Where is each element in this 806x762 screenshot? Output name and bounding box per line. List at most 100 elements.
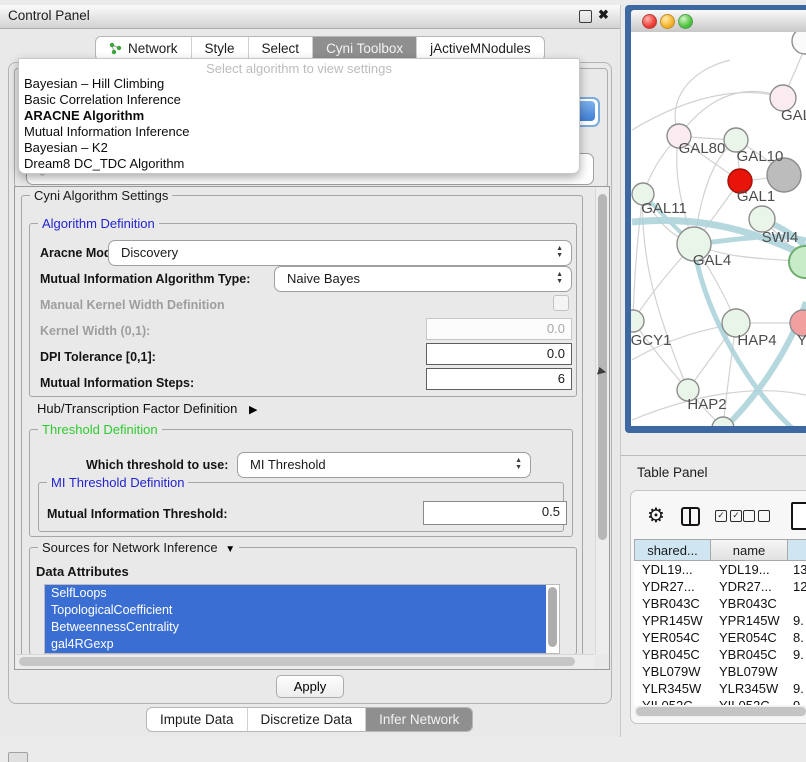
traffic-light-minimize-icon[interactable]: [660, 14, 675, 29]
table-scrollbar-thumb[interactable]: [636, 707, 806, 716]
horizontal-scrollbar-thumb[interactable]: [19, 657, 575, 666]
table-horizontal-scrollbar: [634, 706, 806, 717]
apply-button[interactable]: Apply: [276, 675, 344, 698]
control-panel-titlebar: Control Panel ✖: [0, 5, 620, 29]
table-cell: YIL052C: [634, 697, 711, 705]
table-panel: ⚙ ✓ ✓ shared... name A YDL19... YDL19...…: [630, 490, 806, 724]
table-cell: YDL19...: [634, 561, 711, 578]
table-row[interactable]: YPR145W YPR145W 9.: [634, 612, 806, 629]
tab-select[interactable]: Select: [248, 37, 313, 60]
table-row[interactable]: YBR043C YBR043C: [634, 595, 806, 612]
network-canvas[interactable]: GAL GAL80 GAL10 GAL1 GAL11 SWI4 GAL4 GCY…: [631, 32, 806, 426]
network-node[interactable]: [631, 310, 644, 332]
table-row[interactable]: YIL052C YIL052C 9.: [634, 697, 806, 705]
mi-threshold-label: Mutual Information Threshold:: [47, 507, 228, 521]
algorithm-definition-group: Algorithm Definition Aracne Mode: Discov…: [29, 223, 577, 397]
node-label: GAL10: [737, 148, 784, 165]
dock-panel-button[interactable]: [8, 752, 28, 762]
tab-label: Infer Network: [379, 712, 459, 727]
network-window-titlebar[interactable]: [631, 10, 806, 33]
table-cell: YBR045C: [634, 646, 711, 663]
unchecked-box-icon: [743, 510, 755, 522]
dropdown-item[interactable]: Bayesian – K2: [19, 140, 579, 156]
hub-definition-toggle[interactable]: Hub/Transcription Factor Definition ▶: [37, 401, 257, 416]
data-attributes-label: Data Attributes: [36, 564, 129, 579]
table-cell: 8.: [788, 629, 806, 646]
dropdown-item[interactable]: Mutual Information Inference: [19, 124, 579, 140]
node-label: GAL4: [693, 252, 731, 269]
file-icon[interactable]: [791, 502, 806, 530]
settings-horizontal-scrollbar: [16, 654, 594, 669]
threshold-definition-group: Threshold Definition Which threshold to …: [29, 429, 573, 537]
tab-network[interactable]: Network: [96, 37, 191, 60]
tab-style[interactable]: Style: [191, 37, 248, 60]
which-threshold-value: MI Threshold: [250, 453, 326, 477]
deselect-all-columns-icon[interactable]: [743, 510, 770, 522]
settings-scrollpane: Cyni Algorithm Settings Algorithm Defini…: [14, 186, 610, 670]
tab-infer-network[interactable]: Infer Network: [365, 708, 472, 731]
table-cell: YBR043C: [634, 595, 711, 612]
table-row[interactable]: YER054C YER054C 8.: [634, 629, 806, 646]
table-body: YDL19... YDL19... 13 YDR27... YDR27... 1…: [634, 561, 806, 705]
aracne-mode-combobox[interactable]: Discovery ▲▼: [108, 240, 572, 266]
spinner-icon: ▲▼: [515, 457, 522, 471]
settings-vertical-scrollbar: [595, 188, 609, 654]
list-item[interactable]: SelfLoops: [45, 585, 546, 602]
sources-toggle[interactable]: Sources for Network Inference ▼: [38, 540, 239, 555]
table-cell: 9.: [788, 646, 806, 663]
float-icon[interactable]: [579, 10, 592, 23]
table-cell: YBL079W: [711, 663, 788, 680]
manual-kernel-checkbox: [553, 295, 569, 311]
close-icon[interactable]: ✖: [598, 7, 609, 23]
which-threshold-combobox[interactable]: MI Threshold ▲▼: [237, 452, 531, 478]
table-row[interactable]: YBL079W YBL079W: [634, 663, 806, 680]
column-header-name[interactable]: name: [711, 539, 788, 561]
mi-threshold-group: MI Threshold Definition Mutual Informati…: [38, 482, 564, 532]
tab-cyni-toolbox[interactable]: Cyni Toolbox: [312, 37, 416, 60]
spinner-icon: ▲▼: [556, 271, 563, 285]
traffic-light-zoom-icon[interactable]: [678, 14, 693, 29]
mi-threshold-field[interactable]: 0.5: [423, 501, 567, 525]
dropdown-item-selected[interactable]: ARACNE Algorithm: [19, 108, 579, 124]
list-scrollbar-thumb[interactable]: [548, 587, 557, 647]
tab-impute-data[interactable]: Impute Data: [147, 708, 247, 731]
table-cell: YBR045C: [711, 646, 788, 663]
sources-group: Sources for Network Inference ▼ Data Att…: [29, 547, 577, 655]
list-item[interactable]: BetweennessCentrality: [45, 619, 546, 636]
group-title: Cyni Algorithm Settings: [30, 188, 172, 203]
table-cell: YDR27...: [711, 578, 788, 595]
tab-label: Style: [205, 41, 235, 56]
list-item[interactable]: gal4RGexp: [45, 636, 546, 653]
table-row[interactable]: YBR045C YBR045C 9.: [634, 646, 806, 663]
table-cell: YPR145W: [711, 612, 788, 629]
chevron-down-icon: ▼: [225, 544, 235, 555]
network-node[interactable]: [792, 32, 806, 54]
table-header: shared... name A: [634, 539, 806, 561]
columns-icon[interactable]: [681, 507, 700, 526]
dropdown-item[interactable]: Basic Correlation Inference: [19, 92, 579, 108]
column-header-shared-name[interactable]: shared...: [634, 539, 711, 561]
table-cell: 12: [788, 578, 806, 595]
list-item[interactable]: TopologicalCoefficient: [45, 602, 546, 619]
table-row[interactable]: YLR345W YLR345W 9.: [634, 680, 806, 697]
dpi-tolerance-field[interactable]: 0.0: [426, 343, 572, 365]
select-all-columns-icon[interactable]: ✓ ✓: [715, 510, 742, 522]
mi-steps-field[interactable]: 6: [426, 368, 572, 390]
node-label: GCY1: [631, 332, 671, 349]
tab-jactivemnodules[interactable]: jActiveMNodules: [416, 37, 544, 60]
tab-discretize-data[interactable]: Discretize Data: [247, 708, 366, 731]
table-cell: YLR345W: [711, 680, 788, 697]
table-row[interactable]: YDL19... YDL19... 13: [634, 561, 806, 578]
table-cell: YDR27...: [634, 578, 711, 595]
dropdown-item[interactable]: Bayesian – Hill Climbing: [19, 76, 579, 92]
checked-box-icon: ✓: [730, 510, 742, 522]
table-row[interactable]: YDR27... YDR27... 12: [634, 578, 806, 595]
sources-title: Sources for Network Inference: [42, 540, 218, 555]
column-header[interactable]: A: [788, 539, 806, 561]
traffic-light-close-icon[interactable]: [642, 14, 657, 29]
table-cell: 9.: [788, 680, 806, 697]
panel-title: Control Panel: [8, 8, 90, 23]
dropdown-item[interactable]: Dream8 DC_TDC Algorithm: [19, 156, 579, 172]
mi-type-combobox[interactable]: Naive Bayes ▲▼: [274, 266, 572, 292]
gear-icon[interactable]: ⚙: [647, 503, 665, 528]
